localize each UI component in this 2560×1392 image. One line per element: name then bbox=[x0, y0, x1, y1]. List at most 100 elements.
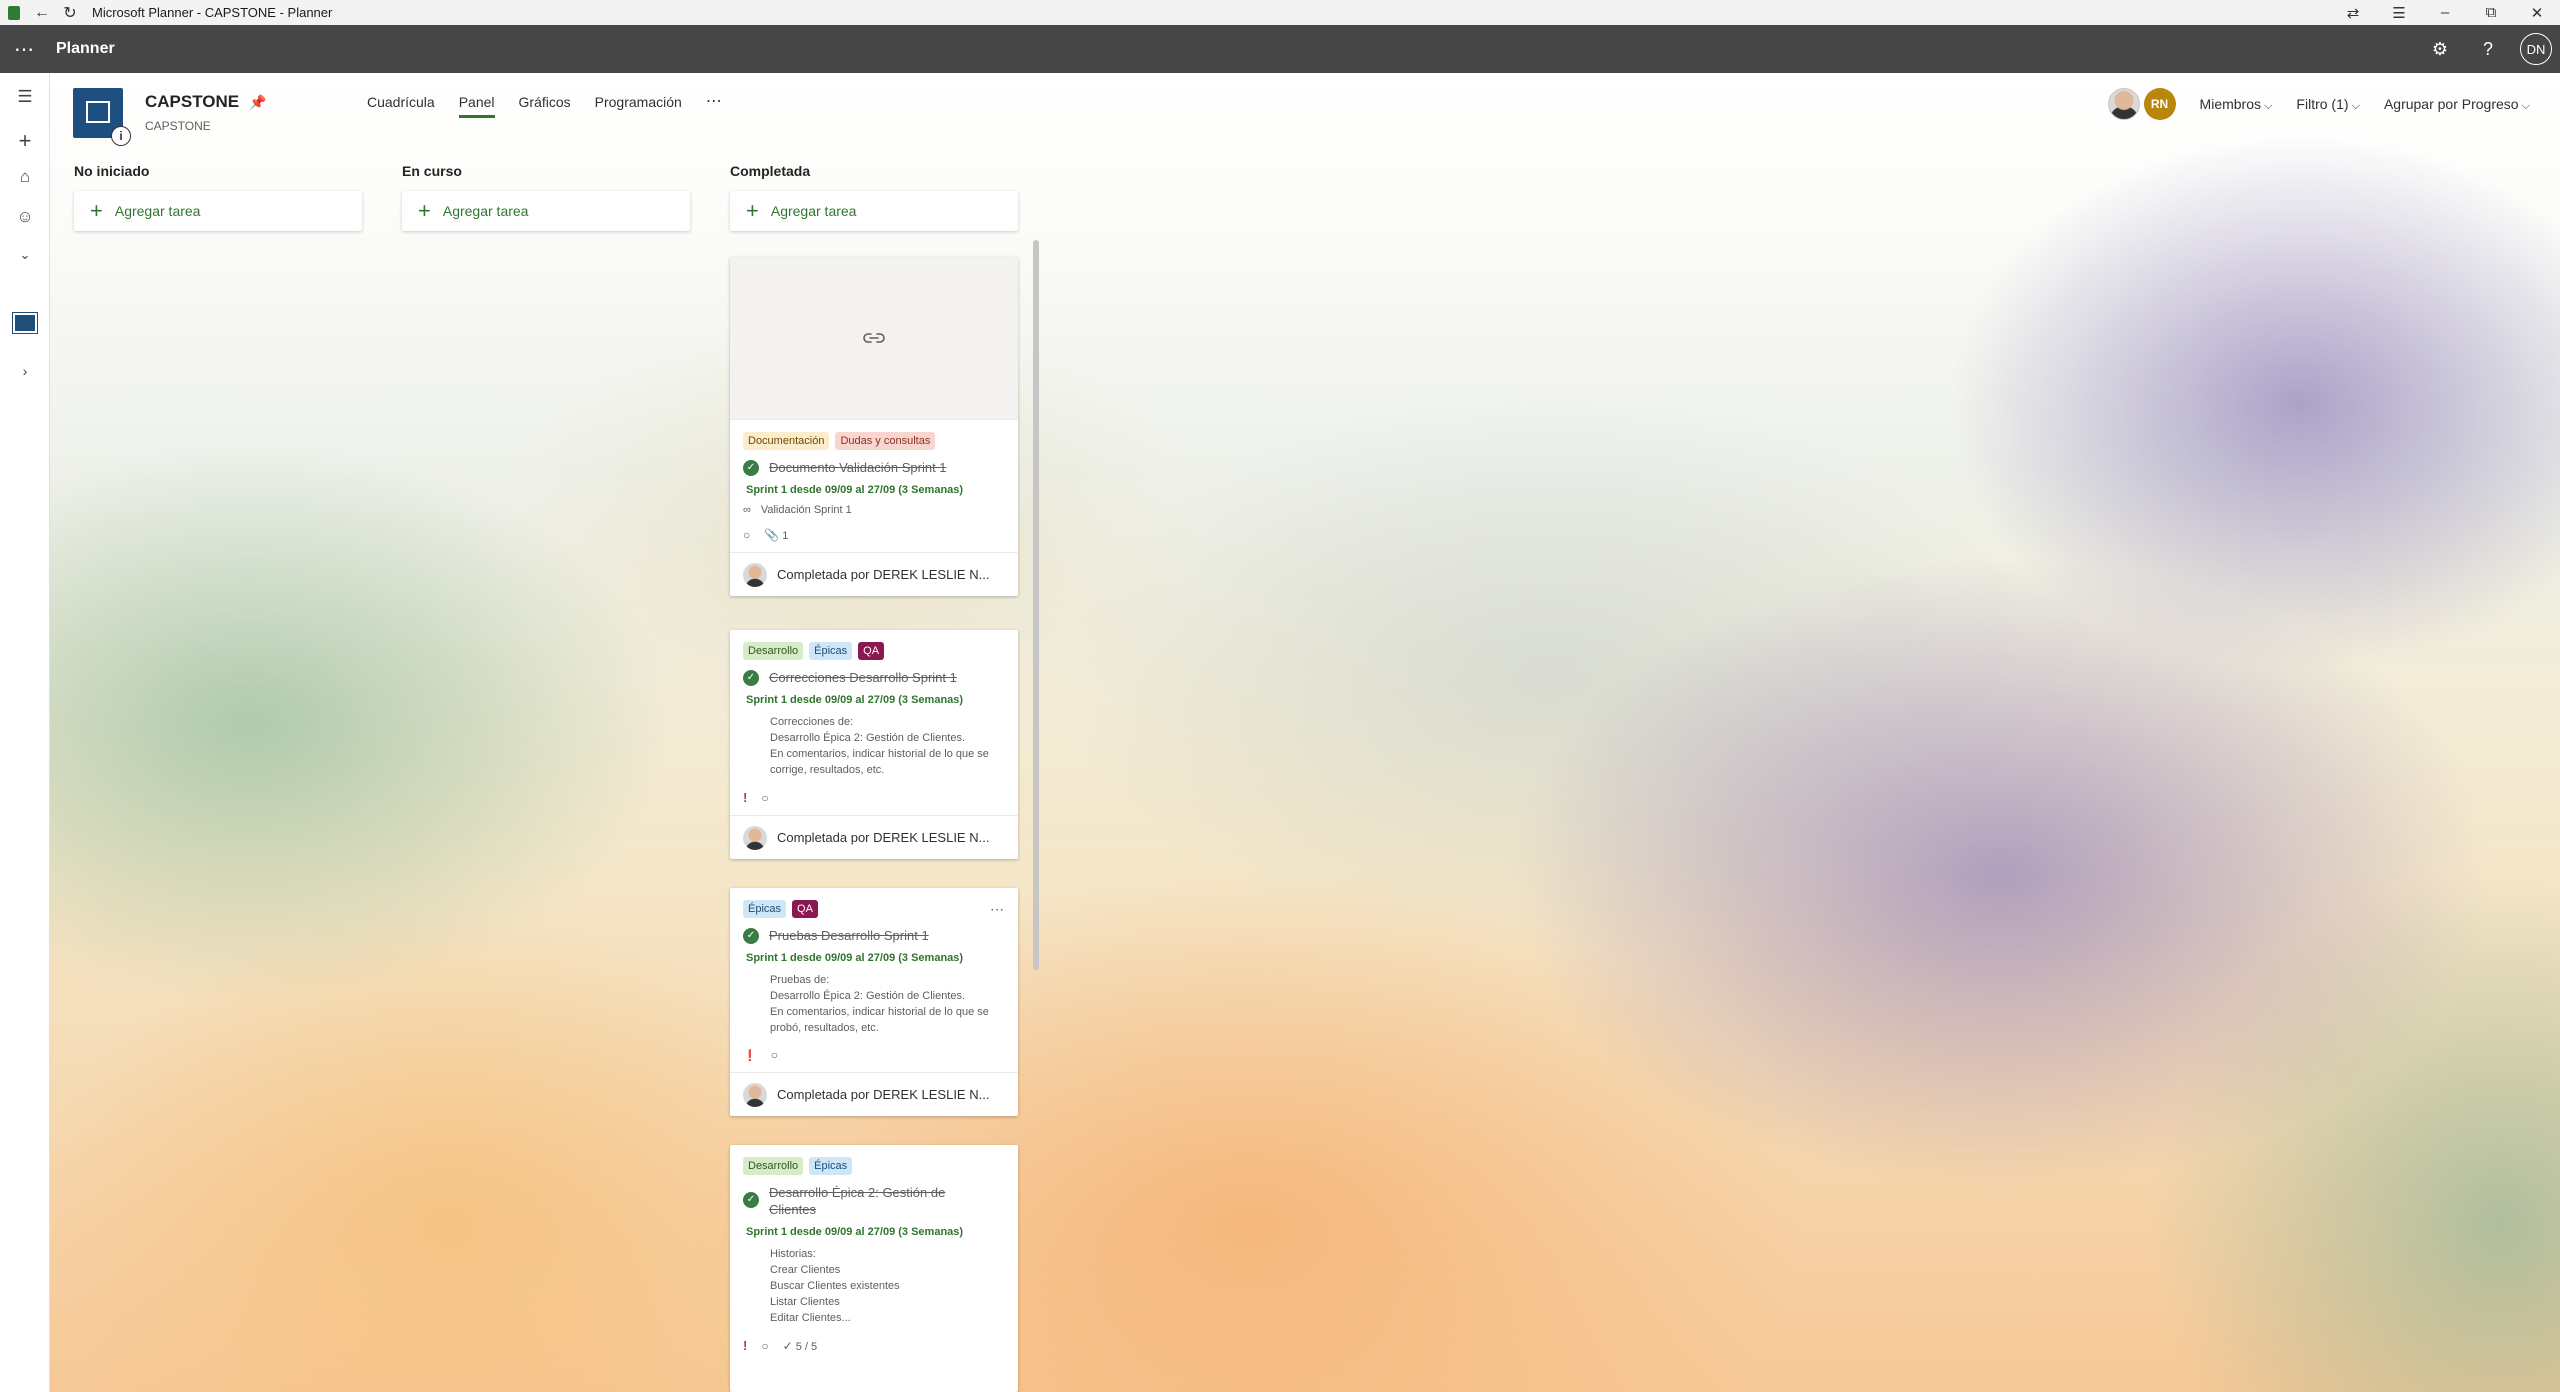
home-icon[interactable]: ⌂ bbox=[0, 167, 50, 187]
task-dates: Sprint 1 desde 09/09 al 27/09 (3 Semanas… bbox=[746, 952, 964, 964]
add-task-button-in-progress[interactable]: + Agregar tarea bbox=[402, 191, 690, 231]
label-qa: QA bbox=[792, 900, 818, 918]
card-link-preview[interactable] bbox=[730, 257, 1018, 420]
add-task-button-not-started[interactable]: + Agregar tarea bbox=[74, 191, 362, 231]
completed-by-row: Completada por DEREK LESLIE N... bbox=[730, 815, 1018, 859]
suite-app-name[interactable]: Planner bbox=[56, 40, 115, 58]
plan-title: CAPSTONE 📌 bbox=[145, 92, 267, 112]
paperclip-icon: 📎 bbox=[764, 528, 780, 542]
task-title: Desarrollo Épica 2: Gestión de Clientes bbox=[769, 1185, 946, 1217]
refresh-icon[interactable]: ↻ bbox=[56, 3, 84, 23]
completed-by-text: Completada por DEREK LESLIE N... bbox=[777, 567, 990, 582]
close-icon[interactable]: ✕ bbox=[2514, 4, 2560, 22]
settings-icon[interactable]: ⚙ bbox=[2416, 39, 2464, 60]
pin-icon[interactable]: 📌 bbox=[249, 94, 266, 111]
label-epicas: Épicas bbox=[743, 900, 787, 918]
label-epicas: Épicas bbox=[809, 642, 853, 660]
task-card[interactable]: Épicas QA ⋯ ✓ Pruebas Desarrollo Sprint … bbox=[730, 888, 1018, 1116]
plus-icon: + bbox=[746, 198, 759, 223]
task-description: Correcciones de: Desarrollo Épica 2: Ges… bbox=[770, 716, 989, 776]
completed-check-icon[interactable]: ✓ bbox=[743, 928, 759, 944]
task-card[interactable]: Desarrollo Épicas QA ✓ Correcciones Desa… bbox=[730, 630, 1018, 859]
hamburger-icon[interactable]: ☰ bbox=[0, 87, 50, 107]
add-task-label: Agregar tarea bbox=[114, 203, 201, 219]
bucket-title-not-started: No iniciado bbox=[74, 163, 150, 179]
tab-programacion[interactable]: Programación bbox=[595, 94, 682, 118]
bucket-title-completed: Completada bbox=[730, 163, 811, 179]
comment-icon: ○ bbox=[761, 790, 769, 805]
completer-avatar bbox=[743, 825, 767, 850]
window-title: Microsoft Planner - CAPSTONE - Planner bbox=[92, 5, 333, 20]
group-by-dropdown[interactable]: Agrupar por Progreso bbox=[2384, 96, 2530, 113]
completed-by-row: Completada por DEREK LESLIE N... bbox=[730, 1072, 1018, 1116]
add-task-label: Agregar tarea bbox=[770, 203, 857, 219]
members-dropdown[interactable]: Miembros bbox=[2200, 96, 2273, 113]
comment-icon: ○ bbox=[743, 528, 751, 542]
chevron-down-icon[interactable]: ⌄ bbox=[0, 247, 50, 263]
completer-avatar bbox=[743, 562, 767, 587]
comment-icon: ○ bbox=[761, 1338, 769, 1353]
plan-group-name: CAPSTONE bbox=[145, 119, 211, 133]
plan-icon[interactable] bbox=[12, 312, 38, 334]
completed-check-icon[interactable]: ✓ bbox=[743, 670, 759, 686]
plan-logo-icon bbox=[86, 101, 110, 123]
info-icon[interactable]: i bbox=[111, 126, 131, 146]
members-avatars[interactable]: RN bbox=[2107, 88, 2176, 120]
checklist-count: 5 / 5 bbox=[795, 1340, 818, 1353]
label-desarrollo: Desarrollo bbox=[743, 642, 804, 660]
chevron-right-icon[interactable]: › bbox=[0, 363, 50, 379]
checklist-progress: ✓ 5 / 5 bbox=[783, 1339, 818, 1353]
suite-header: ⋯ Planner ⚙ ? DN bbox=[0, 25, 2560, 73]
link-icon bbox=[863, 333, 885, 343]
minimize-icon[interactable]: – bbox=[2422, 4, 2468, 21]
tab-cuadricula[interactable]: Cuadrícula bbox=[367, 94, 435, 118]
attachment-count: 📎 1 bbox=[764, 528, 788, 542]
bucket-scrollbar[interactable] bbox=[1033, 240, 1039, 970]
plan-background bbox=[50, 73, 2560, 1392]
completed-check-icon[interactable]: ✓ bbox=[743, 460, 759, 476]
completed-by-text: Completada por DEREK LESLIE N... bbox=[777, 1087, 990, 1102]
add-icon[interactable]: + bbox=[0, 128, 50, 154]
restore-icon[interactable]: ⧉ bbox=[2468, 4, 2514, 21]
label-documentacion: Documentación bbox=[743, 432, 830, 450]
add-task-label: Agregar tarea bbox=[442, 203, 529, 219]
comment-icon: ○ bbox=[770, 1048, 778, 1062]
back-icon[interactable]: ← bbox=[28, 4, 56, 22]
link-icon: ∞ bbox=[743, 504, 751, 516]
window-titlebar: ← ↻ Microsoft Planner - CAPSTONE - Plann… bbox=[0, 0, 2560, 25]
label-epicas: Épicas bbox=[809, 1157, 853, 1175]
task-dates: Sprint 1 desde 09/09 al 27/09 (3 Semanas… bbox=[746, 694, 964, 706]
app-launcher-icon[interactable]: ⋯ bbox=[0, 25, 48, 73]
left-rail: ☰ + ⌂ ☺ ⌄ › bbox=[0, 73, 50, 1392]
completer-avatar bbox=[743, 1082, 767, 1107]
filter-dropdown[interactable]: Filtro (1) bbox=[2296, 96, 2360, 113]
task-title: Documento Validación Sprint 1 bbox=[769, 460, 947, 475]
card-more-options-icon[interactable]: ⋯ bbox=[990, 901, 1005, 918]
attachment-link[interactable]: Validación Sprint 1 bbox=[761, 504, 852, 516]
task-card[interactable]: Documentación Dudas y consultas ✓ Docume… bbox=[730, 257, 1018, 596]
more-views-icon[interactable]: ⋯ bbox=[706, 91, 723, 118]
task-title: Pruebas Desarrollo Sprint 1 bbox=[769, 928, 929, 943]
tab-graficos[interactable]: Gráficos bbox=[519, 94, 571, 118]
checklist-icon: ✓ bbox=[782, 1338, 793, 1353]
task-description: Pruebas de: Desarrollo Épica 2: Gestión … bbox=[770, 974, 989, 1034]
completed-by-row: Completada por DEREK LESLIE N... bbox=[730, 552, 1018, 596]
help-icon[interactable]: ? bbox=[2464, 39, 2512, 60]
tab-panel[interactable]: Panel bbox=[458, 94, 495, 118]
sync-icon[interactable]: ⇄ bbox=[2330, 4, 2376, 22]
plan-logo[interactable]: i bbox=[73, 88, 131, 146]
person-icon[interactable]: ☺ bbox=[0, 207, 50, 227]
task-dates: Sprint 1 desde 09/09 al 27/09 (3 Semanas… bbox=[746, 1226, 964, 1238]
plus-icon: + bbox=[418, 198, 431, 223]
task-card[interactable]: Desarrollo Épicas ✓ Desarrollo Épica 2: … bbox=[730, 1145, 1018, 1392]
completed-check-icon[interactable]: ✓ bbox=[743, 1192, 759, 1208]
menu-icon[interactable]: ☰ bbox=[2376, 4, 2422, 22]
add-task-button-completed[interactable]: + Agregar tarea bbox=[730, 191, 1018, 231]
label-desarrollo: Desarrollo bbox=[743, 1157, 804, 1175]
task-dates: Sprint 1 desde 09/09 al 27/09 (3 Semanas… bbox=[746, 484, 964, 496]
view-tabs: Cuadrícula Panel Gráficos Programación ⋯ bbox=[367, 91, 723, 118]
priority-urgent-icon: ! bbox=[743, 1338, 748, 1353]
user-avatar[interactable]: DN bbox=[2520, 33, 2552, 65]
bucket-title-in-progress: En curso bbox=[402, 163, 462, 179]
task-description: Historias: Crear Clientes Buscar Cliente… bbox=[770, 1248, 900, 1324]
